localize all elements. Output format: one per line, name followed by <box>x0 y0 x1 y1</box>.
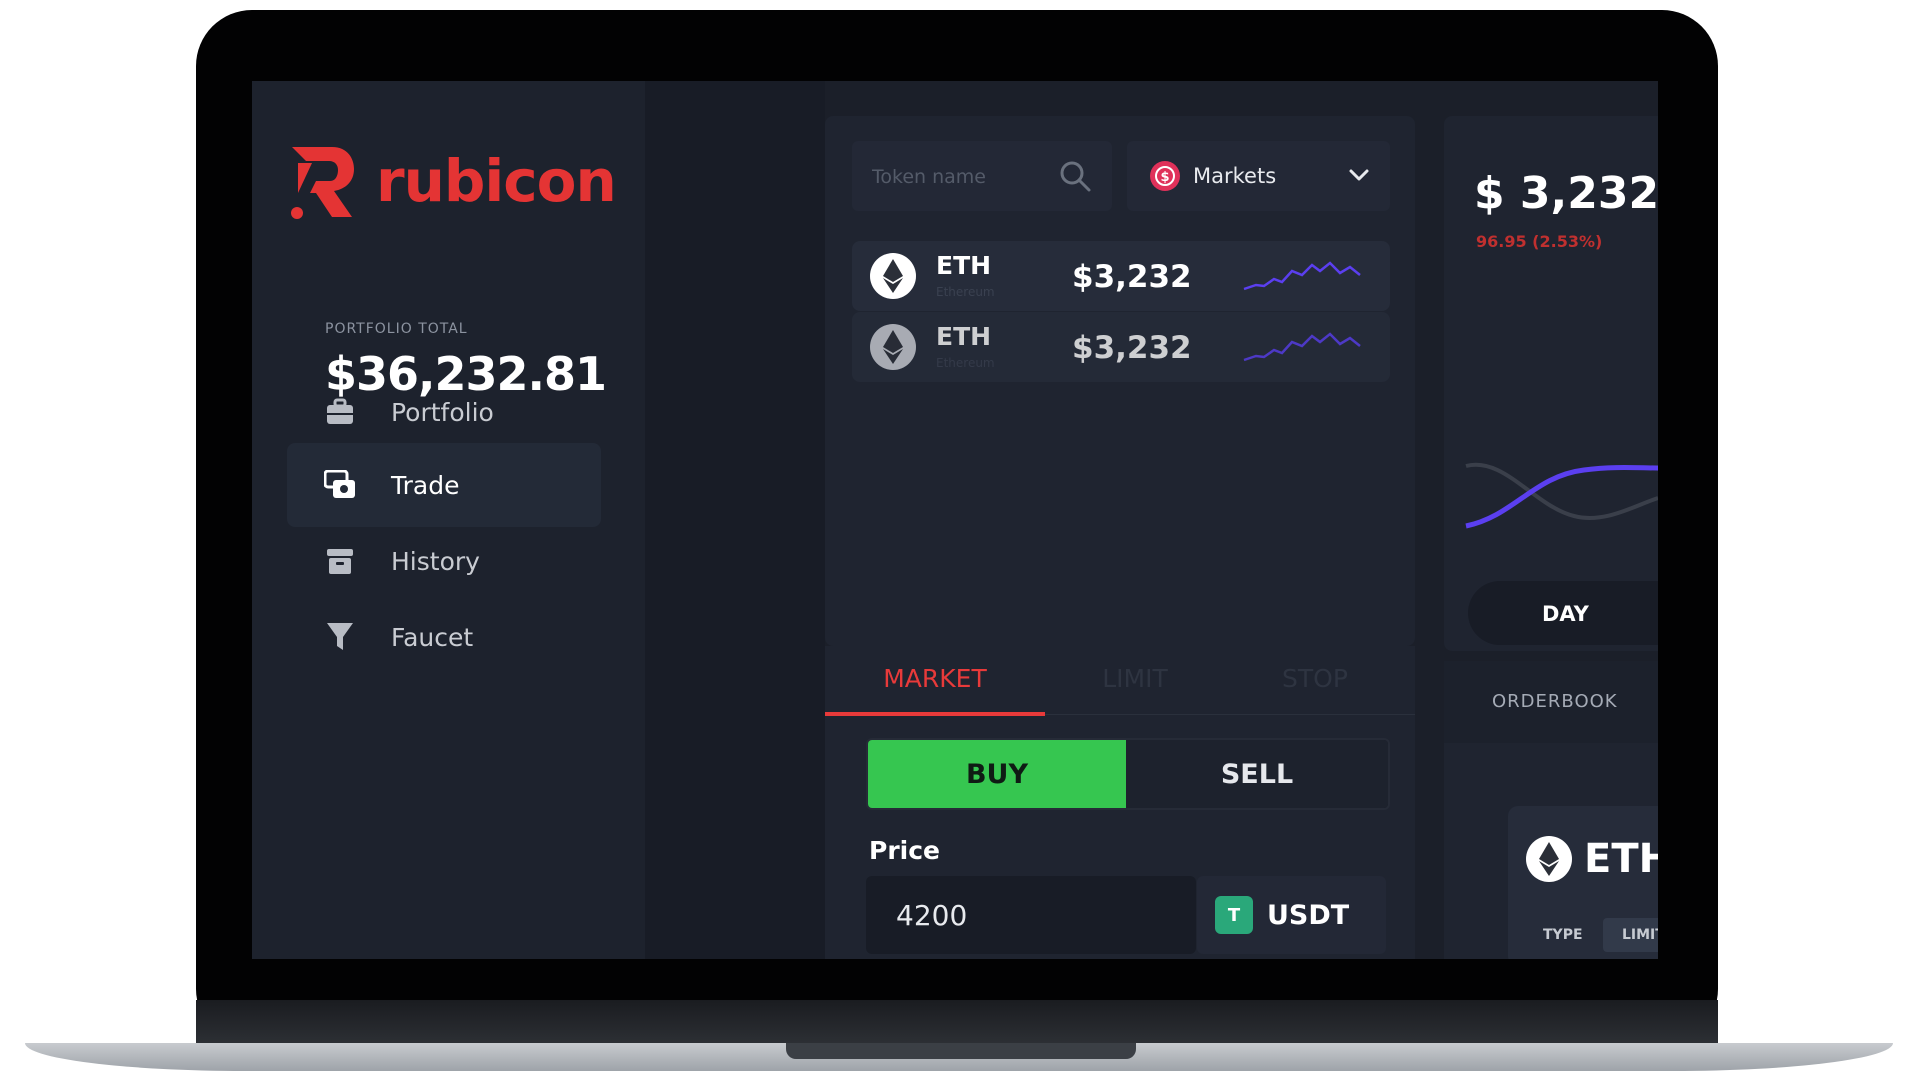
sidebar-item-label: Portfolio <box>391 397 494 427</box>
content-gutter <box>645 81 825 959</box>
svg-text:$: $ <box>1160 170 1169 185</box>
chevron-down-icon <box>1349 169 1369 181</box>
buy-button[interactable]: BUY <box>868 740 1126 808</box>
price-sparkline <box>1243 261 1361 291</box>
type-value: LIMIT <box>1622 927 1658 943</box>
laptop-hinge <box>196 1000 1718 1043</box>
order-panel: MARKET LIMIT STOP BUY SELL Price T USDT <box>825 646 1415 959</box>
orderbook-title: ORDERBOOK <box>1444 661 1658 743</box>
usdt-icon: T <box>1215 896 1253 934</box>
currency-selector[interactable]: T USDT <box>1197 876 1386 954</box>
rubicon-logo-icon <box>291 147 354 219</box>
ethereum-icon <box>870 253 916 299</box>
token-name: Ethereum <box>936 285 995 299</box>
price-label: Price <box>869 836 940 865</box>
orderbook-token: ETH <box>1584 836 1658 882</box>
currency-label: USDT <box>1267 899 1350 931</box>
token-symbol: ETH <box>936 322 992 351</box>
markets-dropdown[interactable]: $ Markets <box>1127 141 1390 211</box>
app-screen: rubicon PORTFOLIO TOTAL $36,232.81 Portf… <box>252 81 1658 959</box>
token-name: Ethereum <box>936 356 995 370</box>
price-change: 96.95 (2.53%) <box>1476 232 1603 251</box>
briefcase-icon <box>321 393 359 431</box>
laptop-notch <box>786 1043 1136 1059</box>
trade-icon <box>321 466 359 504</box>
sidebar-item-faucet[interactable]: Faucet <box>287 595 601 679</box>
range-day-button[interactable]: DAY <box>1468 581 1658 645</box>
brand-logo[interactable]: rubicon <box>288 141 617 221</box>
tab-stop[interactable]: STOP <box>1205 646 1425 712</box>
price-input[interactable] <box>866 876 1196 954</box>
sidebar-item-history[interactable]: History <box>287 519 601 603</box>
brand-name: rubicon <box>376 147 617 215</box>
ethereum-icon <box>1526 836 1572 882</box>
faucet-icon <box>321 618 359 656</box>
order-type-tabs: MARKET LIMIT STOP <box>825 646 1415 716</box>
token-list-item[interactable]: ETH Ethereum $3,232 <box>852 312 1390 382</box>
current-price: $ 3,232 <box>1474 168 1658 219</box>
token-list-item[interactable]: ETH Ethereum $3,232 <box>852 241 1390 311</box>
token-price: $3,232 <box>1072 259 1192 295</box>
search-icon[interactable] <box>1058 159 1092 193</box>
orderbook-card: ETH TYPE LIMIT <box>1508 806 1658 959</box>
sidebar-item-portfolio[interactable]: Portfolio <box>287 370 601 454</box>
token-symbol: ETH <box>936 251 992 280</box>
sidebar-item-label: Trade <box>391 470 460 500</box>
sidebar-item-label: Faucet <box>391 622 474 652</box>
type-label: TYPE <box>1543 927 1583 943</box>
orderbook-panel: ORDERBOOK ETH TYPE LIMIT <box>1444 661 1658 959</box>
token-search <box>852 141 1112 211</box>
price-sparkline <box>1243 332 1361 362</box>
token-price: $3,232 <box>1072 330 1192 366</box>
search-input[interactable] <box>870 161 1054 193</box>
portfolio-total-label: PORTFOLIO TOTAL <box>325 321 468 337</box>
sidebar-item-trade[interactable]: Trade <box>287 443 601 527</box>
ethereum-icon <box>870 324 916 370</box>
price-chart-panel: $ 3,232 96.95 (2.53%) DAY <box>1444 116 1658 651</box>
markets-dropdown-label: Markets <box>1193 164 1277 188</box>
price-chart <box>1465 462 1658 529</box>
archive-icon <box>321 542 359 580</box>
markets-coin-icon: $ <box>1150 161 1180 191</box>
sell-button[interactable]: SELL <box>1126 740 1388 808</box>
sidebar-item-label: History <box>391 546 480 576</box>
buy-sell-toggle: BUY SELL <box>866 738 1390 810</box>
tab-market[interactable]: MARKET <box>825 646 1045 716</box>
sidebar: rubicon PORTFOLIO TOTAL $36,232.81 Portf… <box>252 81 645 959</box>
markets-panel: $ Markets ETH Ethereum $3,232 ETH Ethere… <box>825 116 1415 646</box>
